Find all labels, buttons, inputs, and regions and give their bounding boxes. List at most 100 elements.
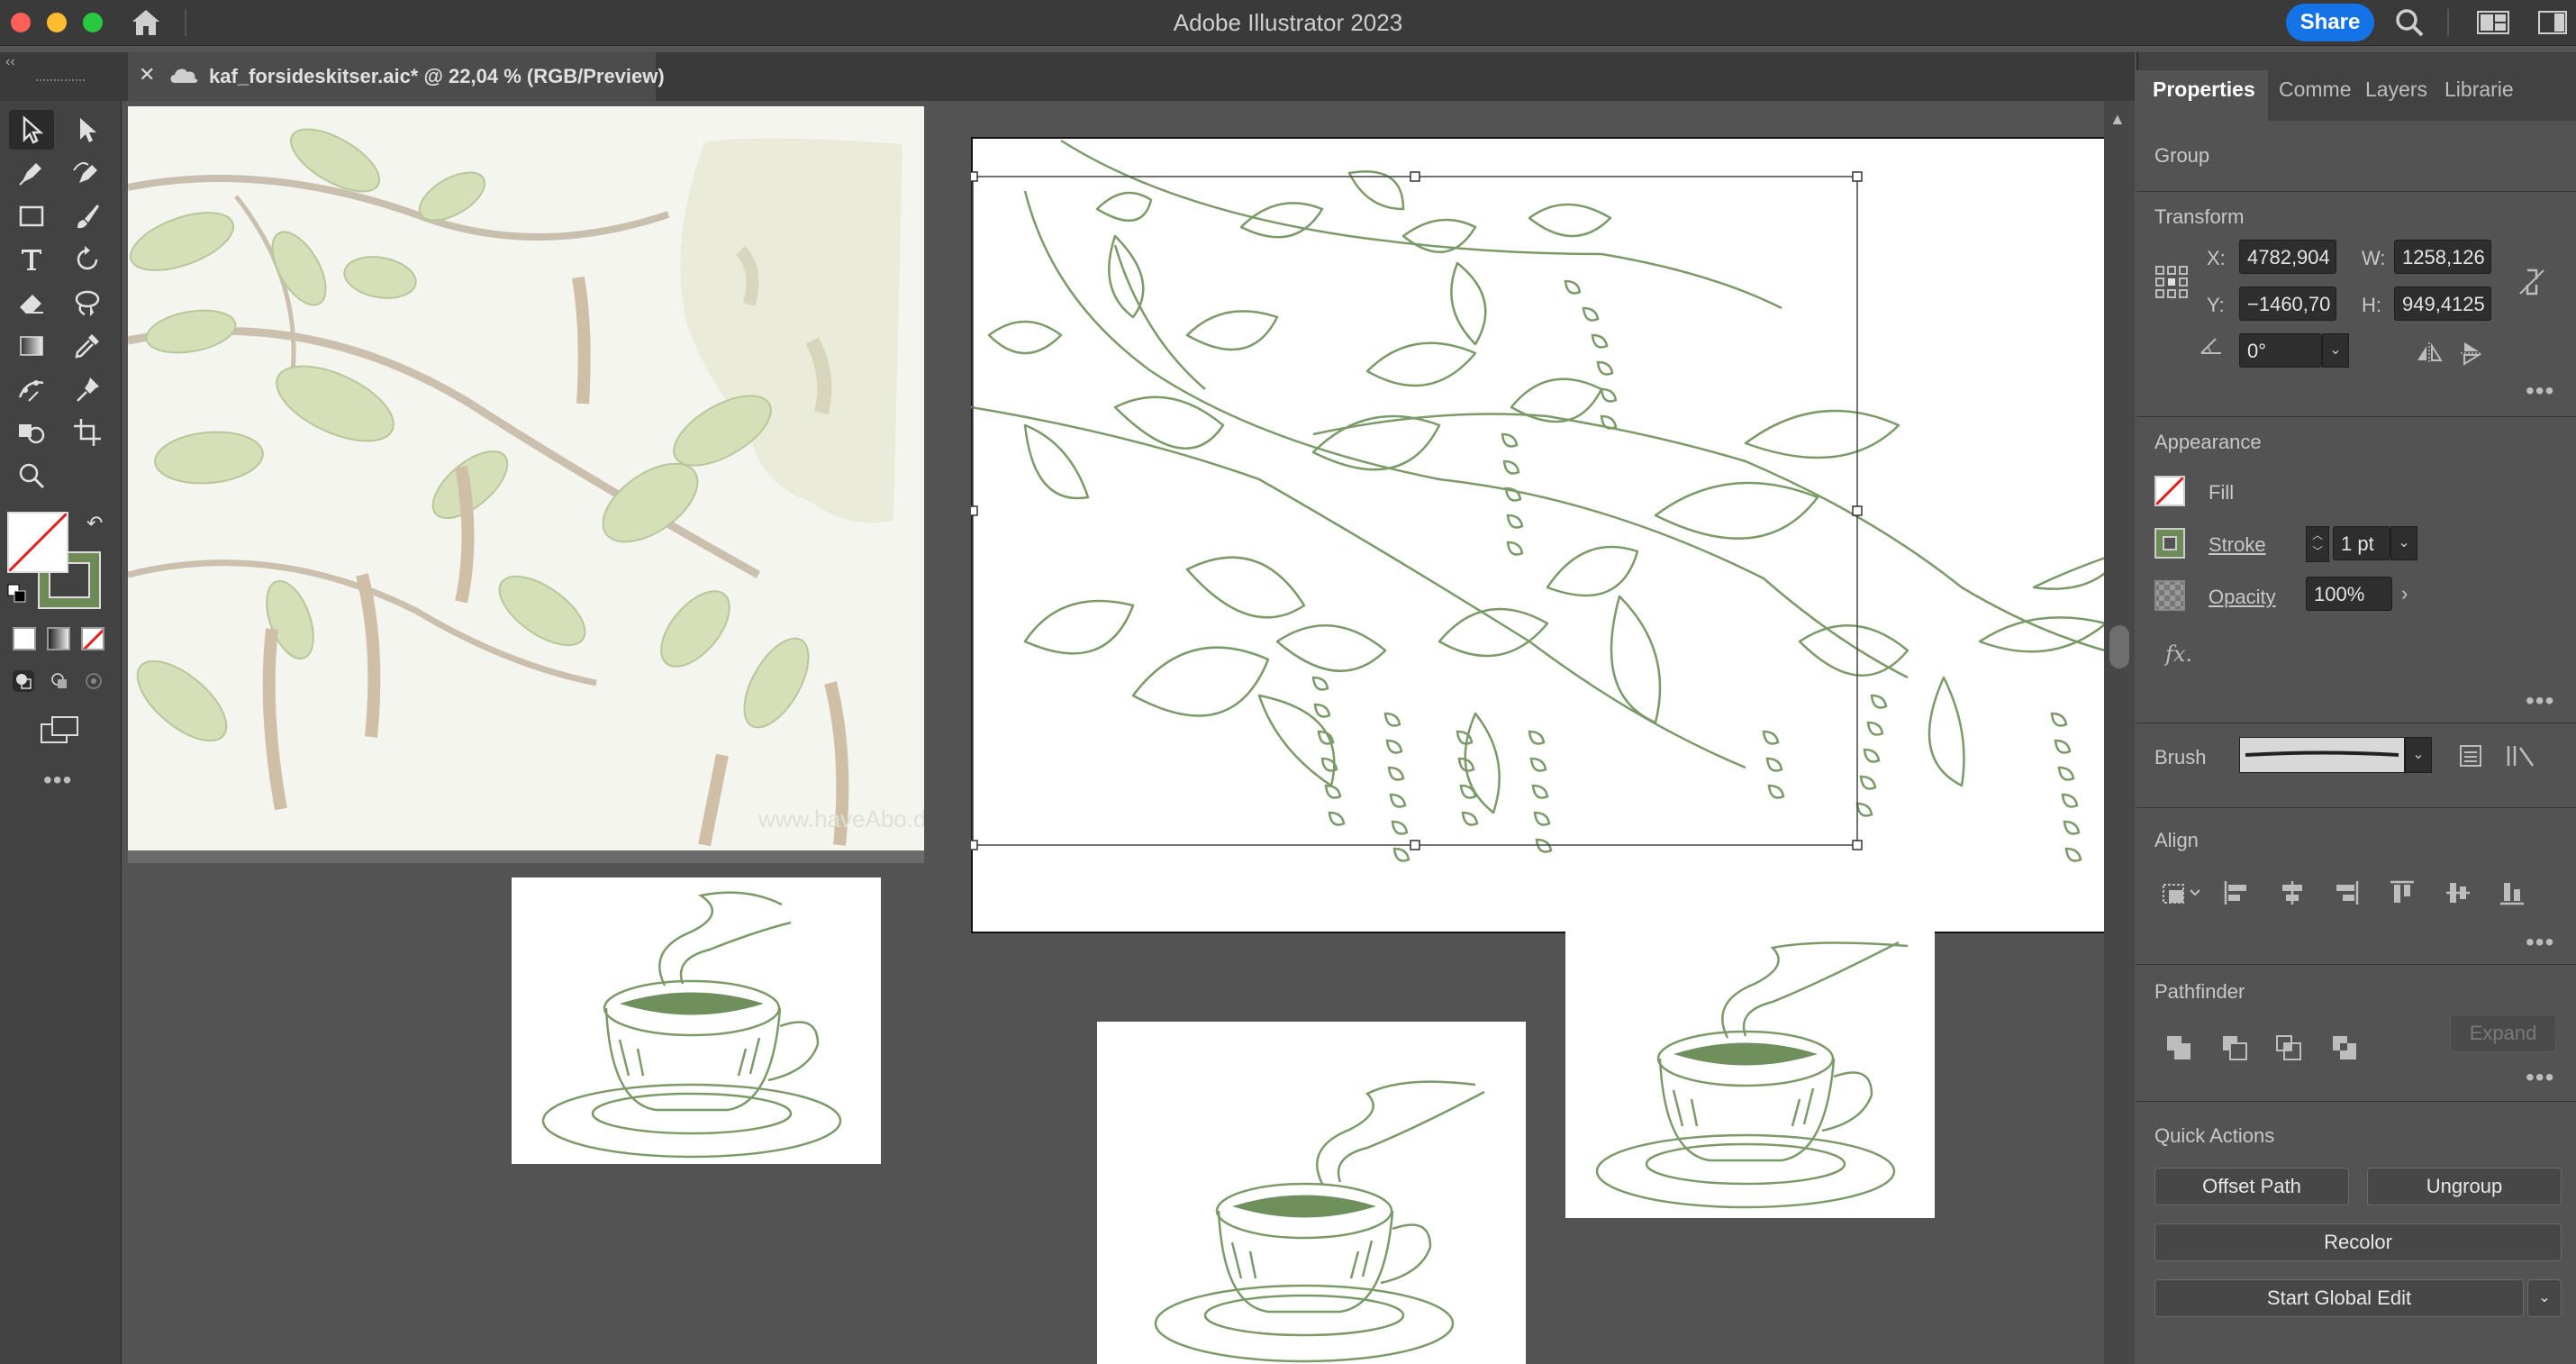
flip-vertical-icon[interactable] (2459, 341, 2484, 370)
align-to-selection-icon[interactable] (2158, 878, 2203, 913)
tab-properties[interactable]: Properties (2153, 77, 2255, 102)
color-mode-icon[interactable] (13, 627, 36, 650)
pen-tool-icon[interactable] (9, 153, 54, 193)
panel-toggle-icon[interactable] (2538, 11, 2567, 39)
default-colors-icon[interactable] (7, 584, 26, 603)
align-more-options-icon[interactable]: ••• (2526, 928, 2554, 957)
pathfinder-minus-front-icon[interactable] (2221, 1034, 2248, 1066)
brush-dropdown-icon[interactable]: ⌄ (2405, 737, 2432, 773)
eraser-tool-icon[interactable] (9, 283, 54, 323)
gradient-tool-icon[interactable] (9, 326, 54, 366)
align-right-icon[interactable] (2333, 879, 2360, 911)
tab-libraries[interactable]: Librarie (2444, 77, 2514, 102)
align-vertical-center-icon[interactable] (2444, 879, 2472, 911)
align-top-icon[interactable] (2389, 879, 2416, 911)
artboard-coffee-cup-2[interactable] (1097, 1022, 1526, 1364)
tab-comments[interactable]: Comme (2279, 77, 2352, 102)
flip-horizontal-icon[interactable] (2416, 341, 2443, 368)
none-mode-icon[interactable] (81, 627, 104, 650)
appearance-more-options-icon[interactable]: ••• (2526, 687, 2554, 715)
rectangle-tool-icon[interactable] (9, 196, 54, 236)
screen-mode-icon[interactable] (38, 714, 81, 750)
lasso-tool-icon[interactable] (65, 283, 110, 323)
pathfinder-more-options-icon[interactable]: ••• (2526, 1063, 2554, 1092)
align-left-icon[interactable] (2223, 879, 2250, 911)
vertical-scrollbar-thumb[interactable] (2109, 625, 2129, 668)
transform-more-options-icon[interactable]: ••• (2526, 377, 2554, 405)
artboard-coffee-cup-3[interactable] (1565, 930, 1935, 1218)
paintbrush-tool-icon[interactable] (65, 196, 110, 236)
w-field[interactable]: 1258,126 (2394, 240, 2491, 274)
toolbar-grip[interactable] (36, 79, 85, 85)
pathfinder-exclude-icon[interactable] (2331, 1034, 2358, 1066)
rotate-tool-icon[interactable] (65, 240, 110, 279)
start-global-edit-button[interactable]: Start Global Edit (2154, 1279, 2524, 1317)
collapse-toolbar-icon[interactable]: ‹‹ (5, 54, 15, 70)
fill-none-swatch[interactable] (2154, 476, 2185, 506)
pathfinder-intersect-icon[interactable] (2275, 1034, 2302, 1066)
coffee-cup-drawing (541, 891, 842, 1159)
cloud-document-icon (168, 65, 200, 89)
gradient-mode-icon[interactable] (47, 627, 70, 650)
opacity-label[interactable]: Opacity (2209, 586, 2276, 609)
recolor-button[interactable]: Recolor (2154, 1223, 2562, 1261)
canvas[interactable]: www.haveAbo.dk ▲ (122, 101, 2135, 1364)
offset-path-button[interactable]: Offset Path (2154, 1168, 2349, 1205)
share-button[interactable]: Share (2286, 4, 2374, 41)
search-icon[interactable] (2394, 7, 2425, 42)
pathfinder-unite-icon[interactable] (2165, 1034, 2192, 1066)
align-horizontal-center-icon[interactable] (2279, 879, 2306, 911)
close-tab-icon[interactable]: ✕ (139, 63, 155, 86)
artboard-tool-icon[interactable] (65, 413, 110, 452)
vertical-scrollbar[interactable] (2104, 101, 2135, 1364)
effects-icon[interactable]: fx. (2165, 641, 2192, 667)
opacity-field[interactable]: 100% (2306, 577, 2392, 611)
artboard-reference-illustration[interactable]: www.haveAbo.dk (127, 106, 939, 850)
arrange-documents-icon[interactable] (2477, 11, 2509, 39)
rotate-field[interactable]: 0° (2239, 333, 2322, 368)
ungroup-button[interactable]: Ungroup (2367, 1168, 2562, 1205)
x-label: X: (2207, 247, 2226, 269)
brushes-panel-icon[interactable] (2506, 744, 2536, 772)
type-tool-icon[interactable] (9, 240, 54, 279)
rotate-dropdown-icon[interactable]: ⌄ (2322, 333, 2349, 368)
scroll-up-icon[interactable]: ▲ (2109, 110, 2126, 129)
y-field[interactable]: −1460,70 (2239, 286, 2336, 321)
pin-tool-icon[interactable] (65, 369, 110, 409)
draw-behind-icon[interactable] (49, 670, 70, 692)
draw-normal-icon[interactable] (13, 670, 34, 692)
puppet-warp-tool-icon[interactable] (9, 369, 54, 409)
stroke-dropdown-icon[interactable]: ⌄ (2390, 526, 2417, 560)
x-field[interactable]: 4782,904 (2239, 240, 2336, 274)
draw-inside-icon[interactable] (83, 670, 104, 692)
edit-toolbar-more-icon[interactable]: ••• (43, 766, 72, 795)
brush-library-icon[interactable] (2459, 744, 2482, 772)
curvature-tool-icon[interactable] (65, 153, 110, 193)
opacity-expand-icon[interactable]: › (2401, 582, 2408, 605)
direct-selection-tool-icon[interactable] (65, 110, 110, 150)
divider (2136, 191, 2576, 192)
global-edit-options-icon[interactable]: ⌄ (2527, 1279, 2562, 1317)
expand-button[interactable]: Expand (2450, 1014, 2556, 1052)
quick-actions-title: Quick Actions (2154, 1124, 2275, 1147)
artboard-coffee-cup-1[interactable] (512, 878, 881, 1164)
shape-builder-tool-icon[interactable] (9, 413, 54, 452)
w-label: W: (2362, 247, 2386, 269)
stroke-weight-field[interactable]: 1 pt (2333, 526, 2390, 560)
fill-swatch[interactable] (7, 512, 68, 573)
stroke-label[interactable]: Stroke (2209, 533, 2266, 557)
birch-line-drawing[interactable] (967, 137, 2135, 966)
stroke-stepper[interactable]: ︿ ﹀ (2306, 526, 2329, 562)
brush-label: Brush (2154, 746, 2207, 768)
reference-point-icon[interactable] (2154, 265, 2189, 304)
zoom-tool-icon[interactable] (9, 456, 54, 496)
selection-tool-icon[interactable] (9, 110, 54, 150)
swap-fill-stroke-icon[interactable]: ↶ (86, 512, 103, 535)
brush-preview[interactable] (2239, 737, 2405, 773)
align-bottom-icon[interactable] (2499, 879, 2526, 911)
tab-layers[interactable]: Layers (2365, 77, 2427, 102)
constrain-proportions-icon[interactable] (2518, 267, 2545, 302)
eyedropper-tool-icon[interactable] (65, 326, 110, 366)
h-field[interactable]: 949,4125 (2394, 286, 2491, 321)
stroke-color-swatch[interactable] (2154, 528, 2185, 559)
